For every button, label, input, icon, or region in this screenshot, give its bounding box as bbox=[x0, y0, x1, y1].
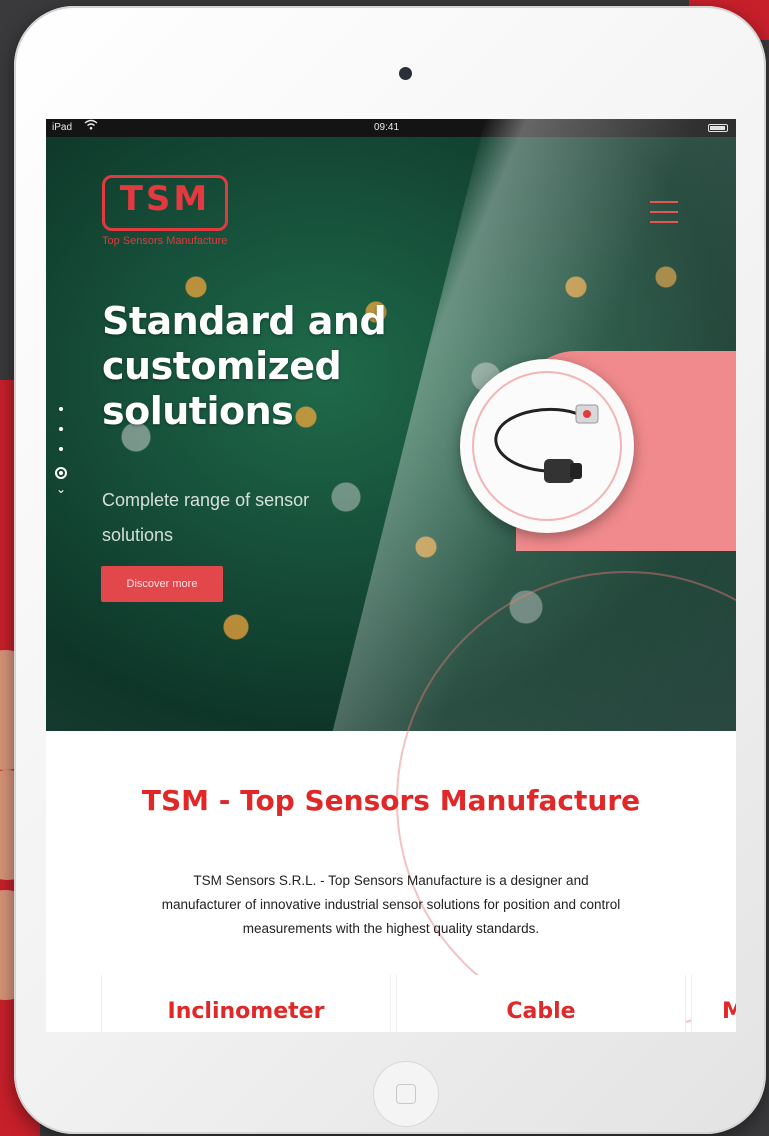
product-card-label: Cable bbox=[506, 999, 576, 1024]
front-camera bbox=[399, 67, 412, 80]
about-title: TSM - Top Sensors Manufacture bbox=[141, 784, 641, 817]
device-screen: iPad 09:41 TSM Top Sensors Manufacture ⌄… bbox=[46, 119, 736, 1032]
product-card-label: M bbox=[722, 999, 736, 1024]
status-time: 09:41 bbox=[374, 122, 400, 133]
slider-dot[interactable] bbox=[59, 427, 63, 431]
hero-subheadline: Complete range of sensor solutions bbox=[102, 490, 310, 545]
product-card-cable[interactable]: Cable bbox=[396, 975, 686, 1032]
about-section: TSM - Top Sensors Manufacture TSM Sensor… bbox=[46, 571, 736, 1032]
product-card-partial[interactable]: M bbox=[691, 975, 736, 1032]
slider-dot[interactable] bbox=[59, 447, 63, 451]
product-image bbox=[460, 359, 634, 533]
home-button[interactable] bbox=[374, 1062, 438, 1126]
logo-text: TSM bbox=[119, 179, 211, 219]
device-label: iPad bbox=[52, 122, 73, 133]
product-card-label: Inclinometer bbox=[167, 999, 325, 1024]
slider-pagination: ⌄ bbox=[54, 407, 68, 495]
logo-tagline: Top Sensors Manufacture bbox=[102, 235, 228, 247]
site-logo[interactable]: TSM Top Sensors Manufacture bbox=[102, 175, 232, 255]
product-categories: Inclinometer Cable M bbox=[46, 975, 736, 1032]
hamburger-menu-icon[interactable] bbox=[650, 197, 680, 227]
slider-dot[interactable] bbox=[59, 407, 63, 411]
discover-more-button[interactable]: Discover more bbox=[101, 566, 223, 602]
chevron-down-icon[interactable]: ⌄ bbox=[56, 483, 68, 495]
wifi-icon bbox=[84, 119, 98, 138]
about-description: TSM Sensors S.R.L. - Top Sensors Manufac… bbox=[161, 873, 621, 936]
slider-dot-active[interactable] bbox=[55, 467, 67, 479]
product-card-inclinometer[interactable]: Inclinometer bbox=[101, 975, 391, 1032]
cable-sensor-icon bbox=[494, 404, 599, 483]
hero-headline: Standard and customized solutions bbox=[102, 299, 387, 433]
